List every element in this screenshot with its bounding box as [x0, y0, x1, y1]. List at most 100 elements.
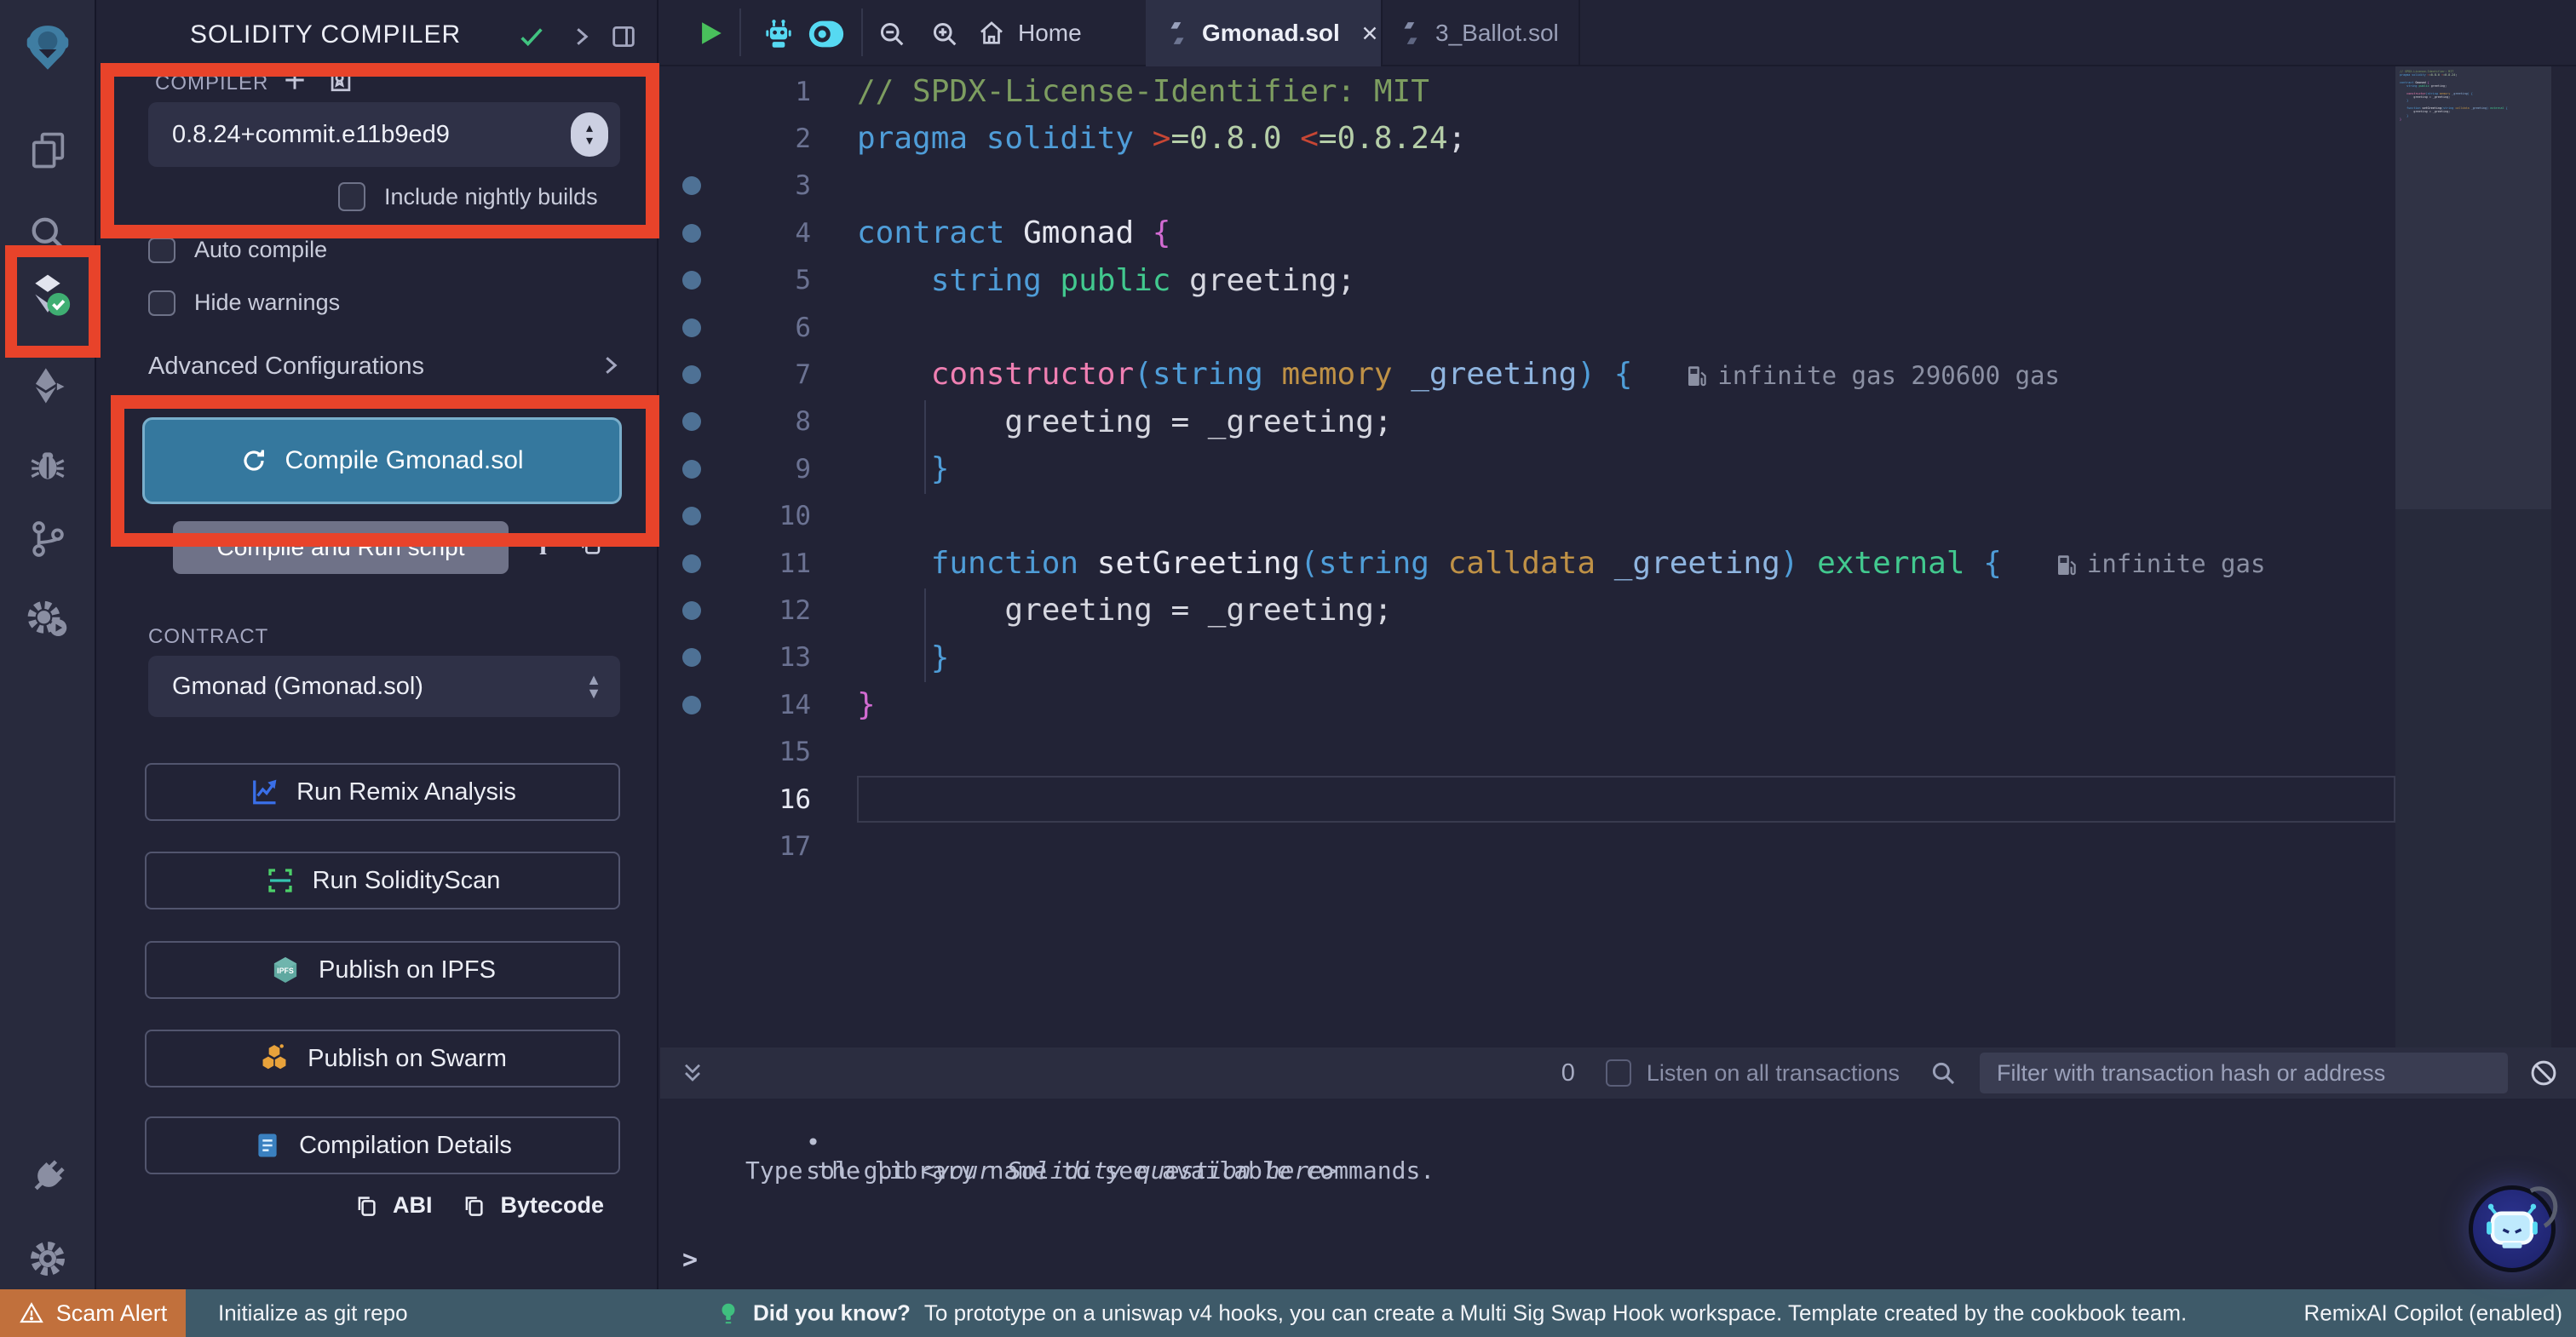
analysis-chart-icon — [249, 777, 279, 807]
solidity-file-icon — [1400, 20, 1422, 46]
debugger-icon[interactable] — [26, 445, 69, 487]
clear-terminal-icon[interactable] — [2528, 1058, 2559, 1088]
warning-icon — [19, 1300, 44, 1326]
advanced-config-toggle[interactable]: Advanced Configurations — [148, 353, 424, 381]
terminal-hint: Type the library name to see available c… — [745, 1156, 1435, 1185]
zoom-out-icon[interactable] — [877, 19, 907, 49]
close-tab-icon[interactable] — [1359, 22, 1381, 44]
tab-label: 3_Ballot.sol — [1435, 20, 1559, 47]
contract-select[interactable]: Gmonad (Gmonad.sol) ▲▼ — [148, 656, 620, 717]
run-solidityscan-button[interactable]: Run SolidityScan — [145, 852, 620, 910]
minimap[interactable]: // SPDX-License-Identifier: MITpragma so… — [2395, 66, 2551, 1047]
solidity-file-icon — [1166, 20, 1188, 46]
hide-warnings-checkbox[interactable] — [148, 290, 175, 316]
gutter[interactable]: 1234567891011121314151617 — [660, 68, 857, 870]
remix-logo-icon[interactable] — [21, 22, 74, 75]
tab-gmonad[interactable]: Gmonad.sol — [1146, 0, 1383, 66]
panel-chevron-icon[interactable] — [568, 22, 594, 51]
contract-value: Gmonad (Gmonad.sol) — [148, 673, 586, 701]
hide-warnings-label: Hide warnings — [194, 290, 340, 316]
copy-abi-icon[interactable] — [354, 1193, 379, 1219]
scam-alert-badge[interactable]: Scam Alert — [0, 1289, 186, 1337]
compile-button[interactable]: Compile Gmonad.sol — [142, 417, 622, 504]
zoom-in-icon[interactable] — [929, 19, 960, 49]
code-lines[interactable]: // SPDX-License-Identifier: MITpragma so… — [857, 68, 2395, 870]
ai-robot-icon[interactable] — [760, 15, 797, 53]
scam-alert-label: Scam Alert — [56, 1300, 168, 1327]
listen-all-transactions: Listen on all transactions — [1606, 1059, 1900, 1087]
copy-bytecode-icon[interactable] — [461, 1193, 486, 1219]
compiler-version-value: 0.8.24+commit.e11b9ed9 — [148, 121, 571, 149]
info-icon[interactable]: i — [539, 530, 547, 561]
expand-terminal-icon[interactable] — [679, 1059, 706, 1087]
plugin-manager-icon[interactable] — [25, 596, 71, 642]
refresh-icon — [240, 447, 267, 474]
compilation-details-button[interactable]: Compilation Details — [145, 1116, 620, 1174]
compiler-section-label: COMPILER — [155, 72, 268, 95]
contract-updown-icon: ▲▼ — [586, 673, 601, 700]
tip-title: Did you know? — [753, 1300, 911, 1327]
abi-label[interactable]: ABI — [393, 1192, 433, 1219]
terminal-prompt[interactable]: > — [682, 1245, 698, 1275]
terminal-bar: 0 Listen on all transactions — [660, 1047, 2576, 1099]
solidity-compiler-panel: SOLIDITY COMPILER COMPILER 0.8.24+commit… — [98, 0, 658, 1289]
nightly-builds-checkbox[interactable] — [338, 182, 365, 211]
auto-compile-checkbox[interactable] — [148, 238, 175, 263]
add-compiler-icon[interactable] — [281, 66, 308, 94]
run-script-play-icon[interactable] — [696, 19, 725, 48]
version-updown-icon: ▴▾ — [571, 112, 608, 157]
tab-ballot[interactable]: 3_Ballot.sol — [1383, 0, 1580, 66]
indent-guide — [924, 588, 926, 682]
compile-run-button[interactable]: Compile and Run script — [173, 521, 509, 574]
listen-label: Listen on all transactions — [1647, 1060, 1900, 1087]
nightly-builds-row: Include nightly builds — [338, 182, 598, 211]
listen-checkbox[interactable] — [1606, 1059, 1631, 1087]
tab-label: Gmonad.sol — [1202, 20, 1340, 47]
transaction-filter-input[interactable] — [1980, 1053, 2508, 1093]
home-tab[interactable]: Home — [977, 0, 1082, 66]
git-icon[interactable] — [26, 518, 69, 560]
solidity-compiler-icon[interactable] — [20, 266, 75, 320]
compilation-details-label: Compilation Details — [299, 1132, 512, 1160]
tip-text: To prototype on a uniswap v4 hooks, you … — [924, 1300, 2187, 1327]
plug-icon[interactable] — [26, 1155, 70, 1199]
terminal[interactable]: • sol-gpt <your Solidity question here> … — [660, 1099, 2576, 1289]
editor-scrollbar[interactable] — [2551, 66, 2576, 1047]
publish-swarm-label: Publish on Swarm — [308, 1045, 507, 1073]
compiler-version-select[interactable]: 0.8.24+commit.e11b9ed9 ▴▾ — [148, 102, 620, 167]
editor-toolbar: Home Gmonad.sol 3_Ballot.sol — [660, 0, 2576, 66]
panel-title: SOLIDITY COMPILER — [190, 20, 461, 49]
svg-text:IPFS: IPFS — [277, 967, 294, 975]
lightbulb-icon — [717, 1300, 739, 1326]
minimap-slider[interactable] — [2395, 66, 2551, 509]
status-bar: Scam Alert Initialize as git repo Did yo… — [0, 1289, 2576, 1337]
home-icon — [977, 19, 1006, 48]
pin-panel-icon[interactable] — [609, 22, 638, 51]
run-remix-analysis-button[interactable]: Run Remix Analysis — [145, 763, 620, 821]
advanced-chevron-icon[interactable] — [597, 351, 623, 380]
compiler-badge-icon[interactable] — [326, 65, 355, 94]
search-icon[interactable] — [26, 211, 70, 255]
minimap-code: // SPDX-License-Identifier: MITpragma so… — [2400, 70, 2551, 132]
deploy-run-icon[interactable] — [26, 364, 70, 409]
run-remix-analysis-label: Run Remix Analysis — [296, 778, 516, 806]
publish-swarm-button[interactable]: Publish on Swarm — [145, 1030, 620, 1087]
code-editor[interactable]: 1234567891011121314151617 // SPDX-Licens… — [660, 66, 2576, 1047]
remixai-copilot-button[interactable] — [2469, 1185, 2556, 1272]
home-label: Home — [1018, 20, 1082, 47]
copilot-status[interactable]: RemixAI Copilot (enabled) — [2304, 1300, 2562, 1327]
main-area: Home Gmonad.sol 3_Ballot.sol 12345678910… — [660, 0, 2576, 1289]
publish-ipfs-button[interactable]: IPFS Publish on IPFS — [145, 941, 620, 999]
git-init-button[interactable]: Initialize as git repo — [218, 1300, 408, 1327]
transaction-count: 0 — [1561, 1059, 1575, 1087]
abi-bytecode-row: ABI Bytecode — [98, 1192, 604, 1219]
bytecode-label[interactable]: Bytecode — [500, 1192, 604, 1219]
did-you-know-tip: Did you know? To prototype on a uniswap … — [717, 1300, 2187, 1327]
auto-compile-row: Auto compile — [148, 237, 327, 263]
scan-icon — [265, 865, 296, 896]
file-explorer-icon[interactable] — [26, 128, 70, 172]
settings-gear-icon[interactable] — [26, 1237, 70, 1281]
copilot-toggle-icon[interactable] — [807, 17, 846, 51]
terminal-search-icon[interactable] — [1929, 1059, 1958, 1087]
copy-script-icon[interactable] — [577, 530, 604, 557]
